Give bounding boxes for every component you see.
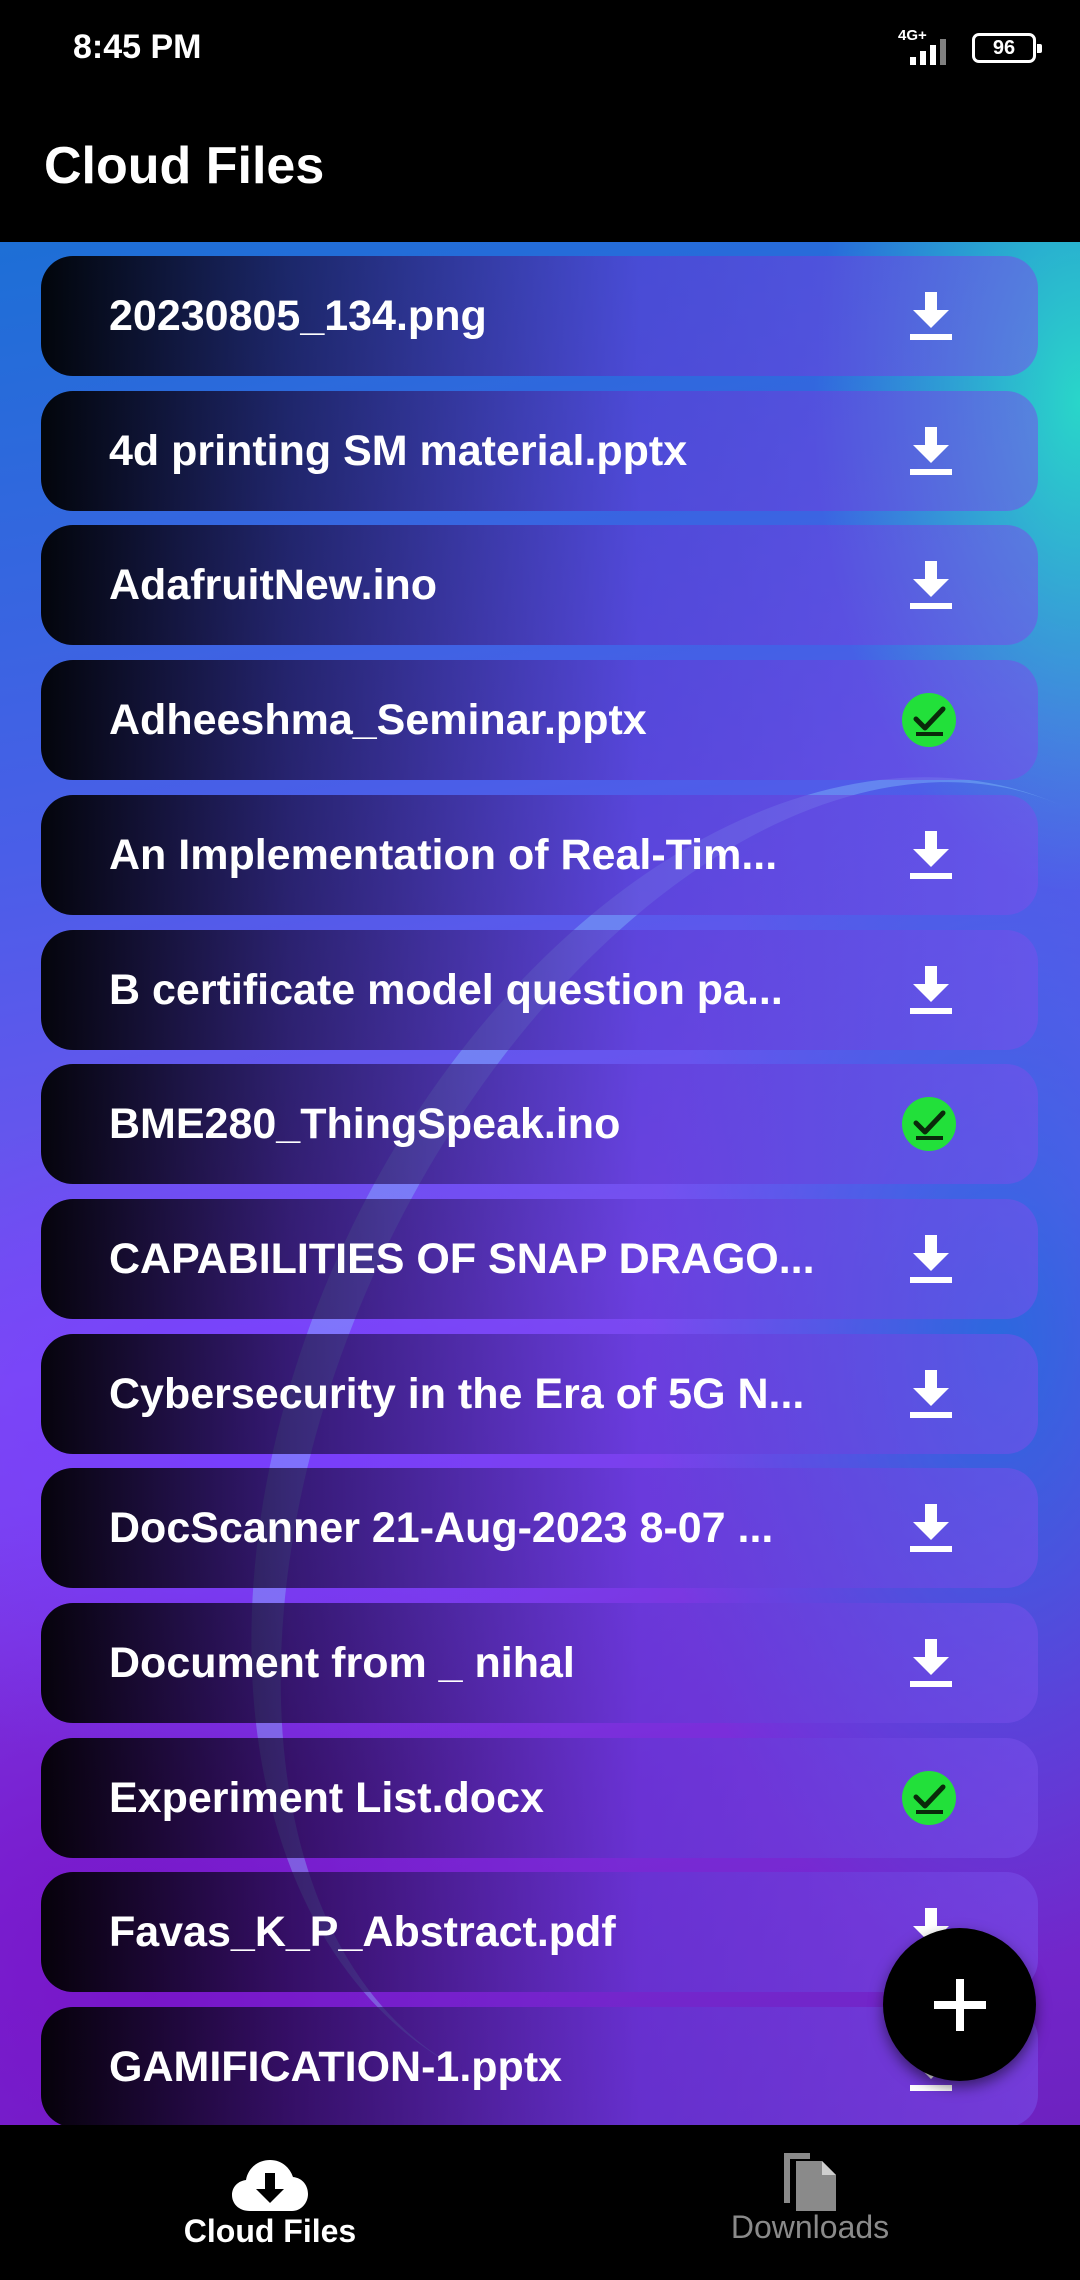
- downloaded-check-icon: [901, 1096, 957, 1152]
- file-list-item[interactable]: BME280_ThingSpeak.ino: [41, 1064, 1038, 1184]
- download-icon[interactable]: [906, 1637, 956, 1689]
- file-list-item[interactable]: B certificate model question pa...: [41, 930, 1038, 1050]
- cloud-download-icon: [232, 2160, 308, 2211]
- file-list-container[interactable]: 20230805_134.png 4d printing SM material.…: [0, 242, 1080, 2125]
- plus-icon: [933, 1978, 986, 2031]
- file-name: BME280_ThingSpeak.ino: [109, 1100, 621, 1148]
- file-name: Adheeshma_Seminar.pptx: [109, 696, 647, 744]
- file-list-item[interactable]: Adheeshma_Seminar.pptx: [41, 660, 1038, 780]
- file-name: 20230805_134.png: [109, 292, 487, 340]
- bottom-nav: Cloud Files Downloads: [0, 2125, 1080, 2280]
- download-icon[interactable]: [906, 559, 956, 611]
- download-icon[interactable]: [906, 1502, 956, 1554]
- file-name: Favas_K_P_Abstract.pdf: [109, 1908, 616, 1956]
- file-name: CAPABILITIES OF SNAP DRAGO...: [109, 1235, 815, 1283]
- file-name: B certificate model question pa...: [109, 966, 783, 1014]
- page-title: Cloud Files: [44, 137, 325, 195]
- file-list-item[interactable]: Cybersecurity in the Era of 5G N...: [41, 1334, 1038, 1454]
- download-icon[interactable]: [906, 829, 956, 881]
- status-indicators: 4G+ 96: [896, 27, 1042, 68]
- file-name: Cybersecurity in the Era of 5G N...: [109, 1370, 805, 1418]
- download-icon[interactable]: [906, 1233, 956, 1285]
- file-list-item[interactable]: Document from _ nihal: [41, 1603, 1038, 1723]
- status-bar: 8:45 PM 4G+ 96: [0, 0, 1080, 96]
- file-name: DocScanner 21-Aug-2023 8-07 ...: [109, 1504, 774, 1552]
- battery-icon: 96: [972, 33, 1042, 63]
- file-name: GAMIFICATION-1.pptx: [109, 2043, 563, 2091]
- file-name: Document from _ nihal: [109, 1639, 575, 1687]
- file-list-item[interactable]: AdafruitNew.ino: [41, 525, 1038, 645]
- file-name: 4d printing SM material.pptx: [109, 427, 688, 475]
- download-icon[interactable]: [906, 1368, 956, 1420]
- download-icon[interactable]: [906, 964, 956, 1016]
- file-list-item[interactable]: DocScanner 21-Aug-2023 8-07 ...: [41, 1468, 1038, 1588]
- file-name: An Implementation of Real-Tim...: [109, 831, 778, 879]
- downloaded-check-icon: [901, 1770, 957, 1826]
- file-name: AdafruitNew.ino: [109, 561, 438, 609]
- nav-downloads-label: Downloads: [730, 2209, 890, 2245]
- downloaded-check-icon: [901, 692, 957, 748]
- status-time: 8:45 PM: [73, 28, 202, 66]
- file-list-item[interactable]: An Implementation of Real-Tim...: [41, 795, 1038, 915]
- download-icon[interactable]: [906, 290, 956, 342]
- battery-level: 96: [992, 36, 1016, 59]
- file-list-item[interactable]: 20230805_134.png: [41, 256, 1038, 376]
- add-file-button[interactable]: [883, 1928, 1036, 2081]
- file-icon: [784, 2153, 836, 2211]
- file-list-item[interactable]: CAPABILITIES OF SNAP DRAGO...: [41, 1199, 1038, 1319]
- signal-icon: 4G+: [896, 27, 958, 67]
- file-list-item[interactable]: Experiment List.docx: [41, 1738, 1038, 1858]
- download-icon[interactable]: [906, 425, 956, 477]
- nav-cloud-files[interactable]: Cloud Files: [0, 2125, 540, 2280]
- nav-cloud-files-label: Cloud Files: [183, 2213, 357, 2249]
- app-bar: Cloud Files: [0, 96, 1080, 242]
- nav-downloads[interactable]: Downloads: [540, 2125, 1080, 2280]
- file-list-item[interactable]: 4d printing SM material.pptx: [41, 391, 1038, 511]
- file-name: Experiment List.docx: [109, 1774, 544, 1822]
